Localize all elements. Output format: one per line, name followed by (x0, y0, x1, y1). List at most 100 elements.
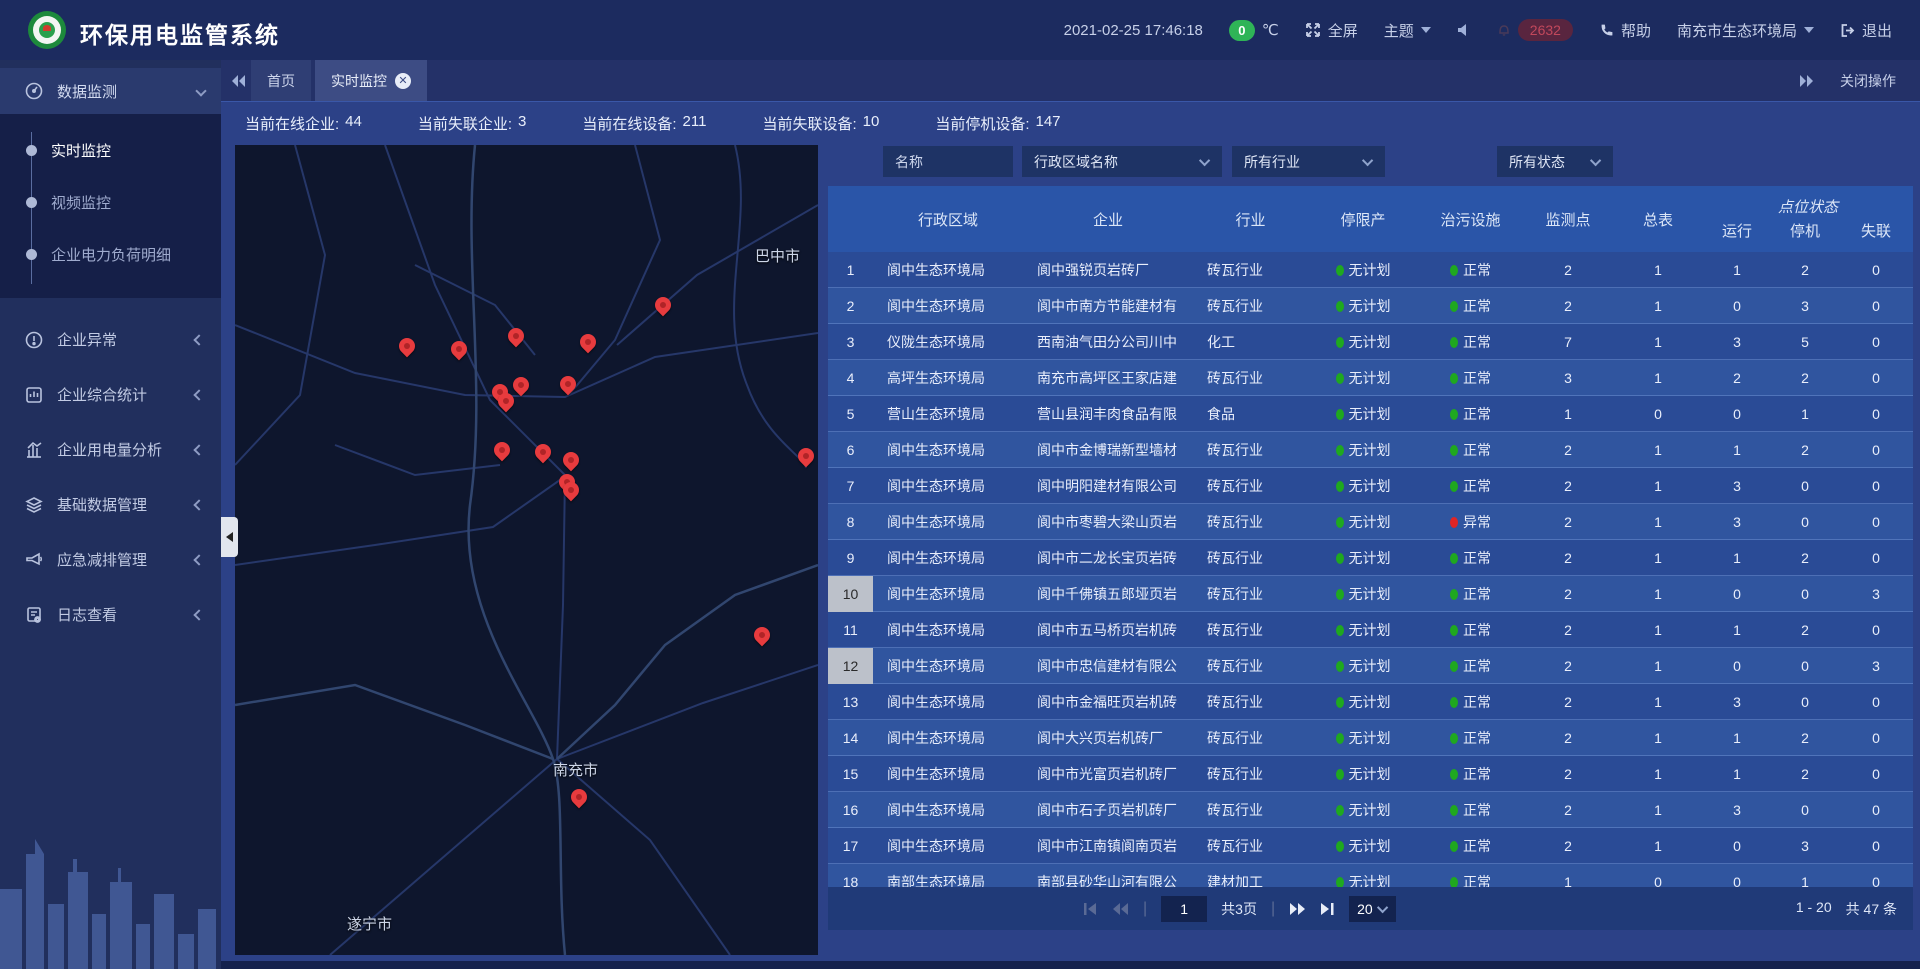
table-row[interactable]: 14 阆中生态环境局 阆中大兴页岩机砖厂 砖瓦行业 无计划 正常 2 1 1 2… (828, 720, 1913, 756)
table-row[interactable]: 10 阆中生态环境局 阆中千佛镇五郎垭页岩 砖瓦行业 无计划 正常 2 1 0 … (828, 576, 1913, 612)
table-row[interactable]: 6 阆中生态环境局 阆中市金博瑞新型墙材 砖瓦行业 无计划 正常 2 1 1 2… (828, 432, 1913, 468)
cell-industry: 砖瓦行业 (1193, 620, 1308, 640)
cell-region: 阆中生态环境局 (873, 728, 1023, 748)
cell-enterprise: 阆中明阳建材有限公司 (1023, 476, 1193, 496)
sidebar-item-emergency-reduction[interactable]: 应急减排管理 (0, 532, 221, 587)
stat-value: 147 (1036, 113, 1061, 134)
org-dropdown[interactable]: 南充市生态环境局 (1677, 20, 1814, 41)
map-pin[interactable] (510, 374, 533, 397)
mute-button[interactable] (1457, 23, 1471, 37)
sidebar-item-data-monitor[interactable]: 数据监测 (0, 68, 221, 114)
status-select[interactable]: 所有状态 (1497, 146, 1613, 177)
map-pin[interactable] (652, 294, 675, 317)
table-row[interactable]: 4 高坪生态环境局 南充市高坪区王家店建 砖瓦行业 无计划 正常 3 1 2 2… (828, 360, 1913, 396)
tab-scroll-left-icon[interactable] (231, 74, 247, 88)
fullscreen-button[interactable]: 全屏 (1305, 20, 1358, 41)
map-pin[interactable] (448, 338, 471, 361)
cell-control: 正常 (1463, 728, 1491, 748)
table-row[interactable]: 8 阆中生态环境局 阆中市枣碧大梁山页岩 砖瓦行业 无计划 异常 2 1 3 0… (828, 504, 1913, 540)
divider: | (1271, 900, 1275, 918)
table-row[interactable]: 3 仪陇生态环境局 西南油气田分公司川中 化工 无计划 正常 7 1 3 5 0 (828, 324, 1913, 360)
cell-industry: 砖瓦行业 (1193, 728, 1308, 748)
control-status-dot (1450, 265, 1458, 276)
table-row[interactable]: 2 阆中生态环境局 阆中市南方节能建材有 砖瓦行业 无计划 正常 2 1 0 3… (828, 288, 1913, 324)
table-row[interactable]: 17 阆中生态环境局 阆中市江南镇阆南页岩 砖瓦行业 无计划 正常 2 1 0 … (828, 828, 1913, 864)
logout-button[interactable]: 退出 (1840, 20, 1892, 41)
cell-monitor-points: 2 (1523, 838, 1613, 854)
table-row[interactable]: 5 营山生态环境局 营山县润丰肉食品有限 食品 无计划 正常 1 0 0 1 0 (828, 396, 1913, 432)
map-city-label: 遂宁市 (347, 913, 392, 934)
close-icon[interactable]: ✕ (395, 73, 411, 89)
last-page-icon[interactable] (1320, 902, 1335, 916)
gauge-icon (24, 81, 44, 101)
cell-region: 南部生态环境局 (873, 872, 1023, 887)
chevron-left-icon (193, 444, 204, 455)
map-pin[interactable] (751, 624, 774, 647)
tab-home[interactable]: 首页 (251, 60, 311, 101)
map-pin[interactable] (795, 445, 818, 468)
map-pin[interactable] (505, 325, 528, 348)
table-row[interactable]: 7 阆中生态环境局 阆中明阳建材有限公司 砖瓦行业 无计划 正常 2 1 3 0… (828, 468, 1913, 504)
cell-running: 3 (1703, 514, 1771, 530)
map-pin[interactable] (577, 331, 600, 354)
sidebar-item-realtime-monitor[interactable]: 实时监控 (0, 124, 221, 176)
map-pin[interactable] (396, 335, 419, 358)
first-page-icon[interactable] (1083, 902, 1098, 916)
stat-label: 当前在线设备: (582, 113, 676, 134)
cell-industry: 砖瓦行业 (1193, 584, 1308, 604)
page-number-input[interactable]: 1 (1161, 896, 1207, 922)
table-row[interactable]: 1 阆中生态环境局 阆中强锐页岩砖厂 砖瓦行业 无计划 正常 2 1 1 2 0 (828, 252, 1913, 288)
cell-region: 阆中生态环境局 (873, 548, 1023, 568)
cell-total-meter: 1 (1613, 694, 1703, 710)
control-status-dot (1450, 697, 1458, 708)
control-status-dot (1450, 841, 1458, 852)
help-button[interactable]: 帮助 (1599, 20, 1651, 41)
table-row[interactable]: 15 阆中生态环境局 阆中市光富页岩机砖厂 砖瓦行业 无计划 正常 2 1 1 … (828, 756, 1913, 792)
cell-stopped: 0 (1771, 694, 1839, 710)
sidebar-item-log-view[interactable]: 日志查看 (0, 587, 221, 642)
previous-page-icon[interactable] (1112, 902, 1129, 916)
row-number: 13 (828, 684, 873, 720)
page-size-select[interactable]: 20 (1349, 896, 1396, 922)
next-page-icon[interactable] (1289, 902, 1306, 916)
sidebar-collapse-handle[interactable] (221, 517, 238, 557)
cell-control: 正常 (1463, 476, 1491, 496)
cell-offline: 0 (1839, 298, 1913, 314)
sidebar-item-power-analysis[interactable]: 企业用电量分析 (0, 422, 221, 477)
cell-stopped: 0 (1771, 478, 1839, 494)
map-pin[interactable] (560, 449, 583, 472)
table-row[interactable]: 13 阆中生态环境局 阆中市金福旺页岩机砖 砖瓦行业 无计划 正常 2 1 3 … (828, 684, 1913, 720)
tab-realtime-monitor[interactable]: 实时监控 ✕ (315, 60, 427, 101)
cell-offline: 0 (1839, 622, 1913, 638)
close-operations-menu[interactable]: 关闭操作 (1840, 71, 1896, 91)
map-pin[interactable] (491, 439, 514, 462)
name-search-input[interactable] (883, 146, 1013, 177)
col-production-limit: 停限产 (1308, 209, 1418, 230)
sidebar-item-enterprise-abnormal[interactable]: 企业异常 (0, 312, 221, 367)
cell-monitor-points: 2 (1523, 478, 1613, 494)
industry-select[interactable]: 所有行业 (1232, 146, 1385, 177)
table-row[interactable]: 18 南部生态环境局 南部县砂华山河有限公 建材加工 无计划 正常 1 0 0 … (828, 864, 1913, 887)
sidebar-item-video-monitor[interactable]: 视频监控 (0, 176, 221, 228)
tab-scroll-right-icon[interactable] (1798, 74, 1814, 88)
cell-running: 1 (1703, 766, 1771, 782)
map-pin[interactable] (532, 441, 555, 464)
cell-control: 正常 (1463, 440, 1491, 460)
cell-industry: 砖瓦行业 (1193, 548, 1308, 568)
table-row[interactable]: 9 阆中生态环境局 阆中市二龙长宝页岩砖 砖瓦行业 无计划 正常 2 1 1 2… (828, 540, 1913, 576)
table-row[interactable]: 16 阆中生态环境局 阆中市石子页岩机砖厂 砖瓦行业 无计划 正常 2 1 3 … (828, 792, 1913, 828)
table-row[interactable]: 11 阆中生态环境局 阆中市五马桥页岩机砖 砖瓦行业 无计划 正常 2 1 1 … (828, 612, 1913, 648)
cell-total-meter: 1 (1613, 514, 1703, 530)
cell-limit: 无计划 (1349, 332, 1391, 352)
sidebar-item-power-load-detail[interactable]: 企业电力负荷明细 (0, 228, 221, 280)
map-pin[interactable] (568, 786, 591, 809)
region-select[interactable]: 行政区域名称 (1022, 146, 1222, 177)
map-panel[interactable]: 巴中市南充市遂宁市 (235, 145, 818, 955)
notification-button[interactable]: 2632 (1497, 19, 1573, 41)
theme-dropdown[interactable]: 主题 (1384, 20, 1431, 41)
map-pin[interactable] (557, 373, 580, 396)
table-row[interactable]: 12 阆中生态环境局 阆中市忠信建材有限公 砖瓦行业 无计划 正常 2 1 0 … (828, 648, 1913, 684)
sidebar-item-enterprise-statistics[interactable]: 企业综合统计 (0, 367, 221, 422)
cell-offline: 0 (1839, 550, 1913, 566)
sidebar-item-base-data[interactable]: 基础数据管理 (0, 477, 221, 532)
